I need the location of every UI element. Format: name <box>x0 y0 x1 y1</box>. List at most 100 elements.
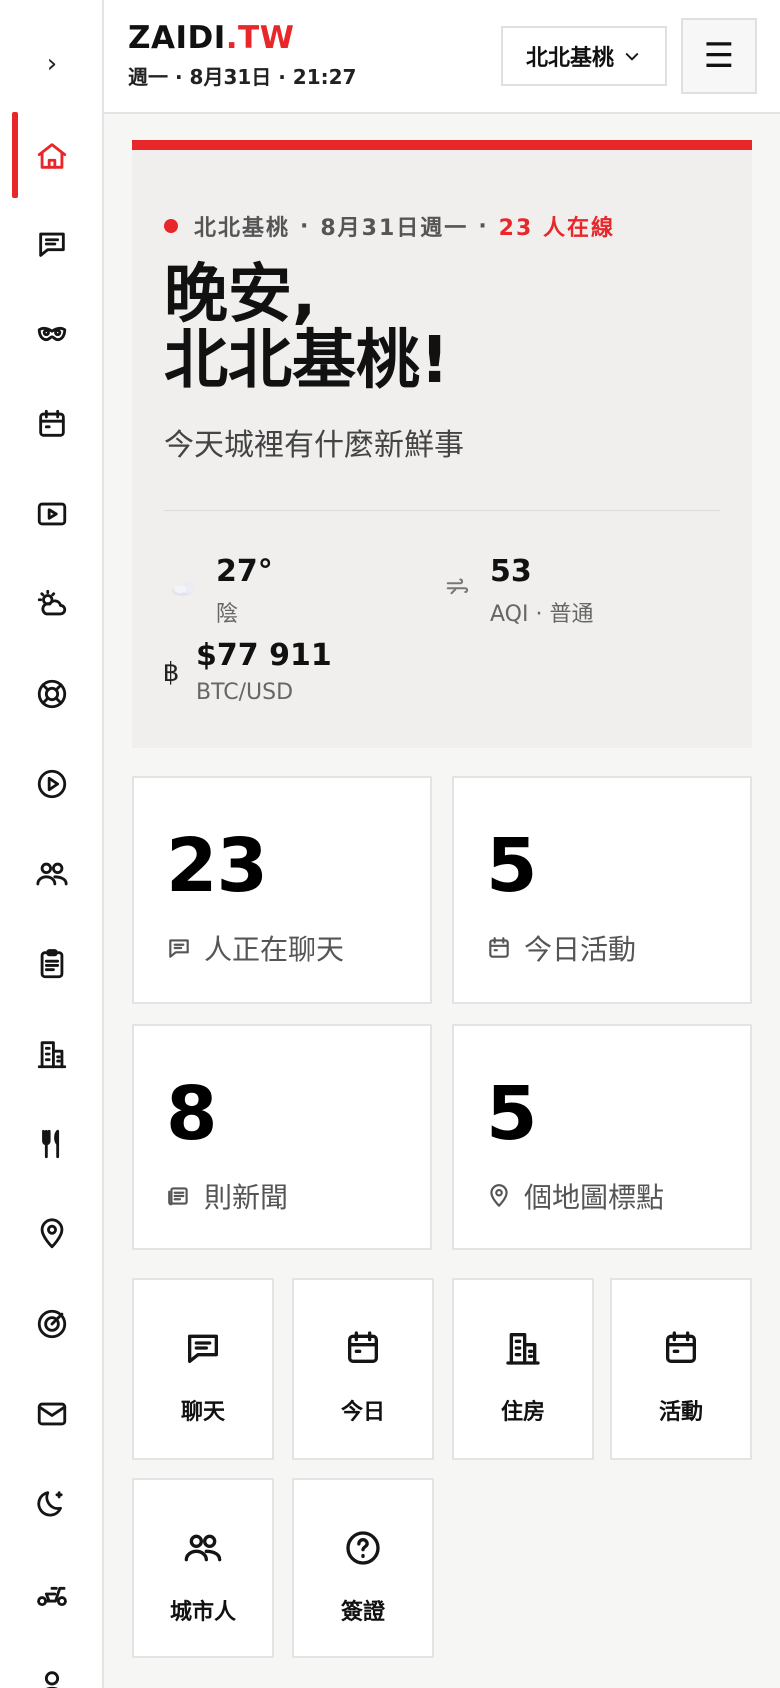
sidebar-item-play[interactable] <box>0 754 104 814</box>
sidebar-toggle-button[interactable]: › <box>0 36 104 92</box>
scooter-icon <box>37 1586 67 1607</box>
metric-card-map-pins[interactable]: 5 個地圖標點 <box>452 1024 752 1250</box>
video-icon <box>37 502 67 526</box>
aqi-label: AQI · 普通 <box>490 602 594 627</box>
chat-icon <box>169 939 189 958</box>
shortcut-label: 簽證 <box>340 1600 385 1625</box>
sidebar-item-scooter[interactable] <box>0 1564 104 1624</box>
sidebar-item-map[interactable] <box>0 1204 104 1264</box>
people-icon <box>36 862 68 886</box>
play-circle-icon <box>37 769 67 799</box>
calendar-icon <box>666 1331 696 1363</box>
people-icon <box>184 1534 222 1562</box>
shortcut-label: 活動 <box>658 1400 703 1425</box>
metric-label: 個地圖標點 <box>524 1181 665 1214</box>
sidebar-rail: › <box>0 0 104 1688</box>
clipboard-icon <box>40 949 64 979</box>
sidebar-item-video[interactable] <box>0 484 104 544</box>
hero-meta: 北北基桃 · 8月31日週一 · 23 人在線 <box>164 210 615 242</box>
metric-label: 今日活動 <box>524 933 637 966</box>
chat-icon <box>39 232 65 257</box>
sidebar-item-night[interactable] <box>0 1474 104 1534</box>
lifebuoy-icon <box>37 679 67 709</box>
map-pin-icon <box>490 1184 508 1207</box>
aqi-value: 53 <box>490 554 532 589</box>
user-icon <box>44 1671 60 1688</box>
hamburger-icon: ☰ <box>703 36 735 76</box>
cloud-icon <box>168 570 202 604</box>
sidebar-item-help[interactable] <box>0 664 104 724</box>
chat-icon <box>188 1334 218 1363</box>
btc-label: BTC/USD <box>196 680 294 705</box>
restaurant-icon <box>42 1129 60 1159</box>
newspaper-icon <box>168 1187 188 1206</box>
shortcut-city-people[interactable]: 城市人 <box>132 1478 274 1658</box>
sidebar-item-user[interactable] <box>0 1654 104 1688</box>
metric-card-chatting[interactable]: 23 人正在聊天 <box>132 776 432 1004</box>
aqi-stat: 53 AQI · 普通 <box>442 554 593 628</box>
chevron-right-icon: › <box>46 49 58 79</box>
hero-subtitle: 今天城裡有什麼新鮮事 <box>164 428 464 463</box>
metric-label: 人正在聊天 <box>204 933 345 966</box>
sidebar-item-target[interactable] <box>0 1294 104 1354</box>
menu-button[interactable]: ☰ <box>681 18 757 94</box>
building-icon <box>506 1333 540 1365</box>
top-header: ZAIDI.TW 週一 · 8月31日 · 21:27 北北基桃 ☰ <box>104 0 780 114</box>
shortcut-visa[interactable]: 簽證 <box>292 1478 434 1658</box>
building-icon <box>37 1041 67 1069</box>
city-select-value: 北北基桃 <box>525 46 614 71</box>
calendar-icon <box>489 937 509 958</box>
metric-value: 5 <box>486 823 537 909</box>
site-logo[interactable]: ZAIDI.TW <box>128 20 294 56</box>
calendar-icon <box>39 409 65 437</box>
calendar-icon <box>348 1331 378 1363</box>
target-icon <box>37 1309 67 1339</box>
mask-icon <box>37 326 67 342</box>
weather-icon <box>37 589 67 616</box>
map-pin-icon <box>40 1218 64 1249</box>
sidebar-item-clipboard[interactable] <box>0 934 104 994</box>
wind-icon <box>442 570 476 604</box>
weather-label: 陰 <box>216 602 239 627</box>
chevron-down-icon <box>625 52 639 61</box>
live-dot <box>164 219 178 233</box>
sidebar-item-people[interactable] <box>0 844 104 904</box>
sidebar-item-home[interactable] <box>0 126 104 186</box>
metric-card-events[interactable]: 5 今日活動 <box>452 776 752 1004</box>
metric-card-news[interactable]: 8 則新聞 <box>132 1024 432 1250</box>
hero-date: 8月31日週一 <box>320 216 469 241</box>
shortcut-today[interactable]: 今日 <box>292 1278 434 1460</box>
shortcut-label: 今日 <box>340 1400 385 1425</box>
btc-stat: ฿ $77 911 BTC/USD <box>160 638 332 705</box>
question-icon <box>346 1531 380 1565</box>
shortcut-label: 聊天 <box>180 1400 225 1425</box>
hero-panel: 北北基桃 · 8月31日週一 · 23 人在線 晚安, 北北基桃! 今天城裡有什麼… <box>132 140 752 748</box>
sidebar-item-mail[interactable] <box>0 1384 104 1444</box>
greeting-title: 晚安, 北北基桃! <box>164 258 450 398</box>
metric-value: 23 <box>166 823 268 909</box>
shortcut-housing[interactable]: 住房 <box>452 1278 594 1460</box>
home-icon <box>37 143 67 169</box>
online-count: 23 人在線 <box>498 216 615 241</box>
shortcut-chat[interactable]: 聊天 <box>132 1278 274 1460</box>
sidebar-item-mask[interactable] <box>0 304 104 364</box>
shortcut-label: 城市人 <box>169 1600 236 1625</box>
shortcut-events[interactable]: 活動 <box>610 1278 752 1460</box>
hero-city: 北北基桃 <box>194 216 291 241</box>
sidebar-item-calendar[interactable] <box>0 394 104 454</box>
metric-label: 則新聞 <box>204 1181 289 1214</box>
header-date: 週一 · 8月31日 · 21:27 <box>128 65 357 89</box>
sidebar-item-food[interactable] <box>0 1114 104 1174</box>
sidebar-item-weather[interactable] <box>0 574 104 634</box>
sidebar-item-chat[interactable] <box>0 214 104 274</box>
shortcut-label: 住房 <box>500 1400 545 1425</box>
mail-icon <box>37 1402 67 1426</box>
metric-value: 8 <box>166 1071 217 1157</box>
weather-value: 27° <box>216 554 273 589</box>
sidebar-item-housing[interactable] <box>0 1024 104 1084</box>
metric-value: 5 <box>486 1071 537 1157</box>
bitcoin-icon: ฿ <box>162 658 180 688</box>
divider <box>164 510 720 511</box>
city-select[interactable]: 北北基桃 <box>501 26 667 86</box>
moon-icon <box>37 1491 63 1517</box>
